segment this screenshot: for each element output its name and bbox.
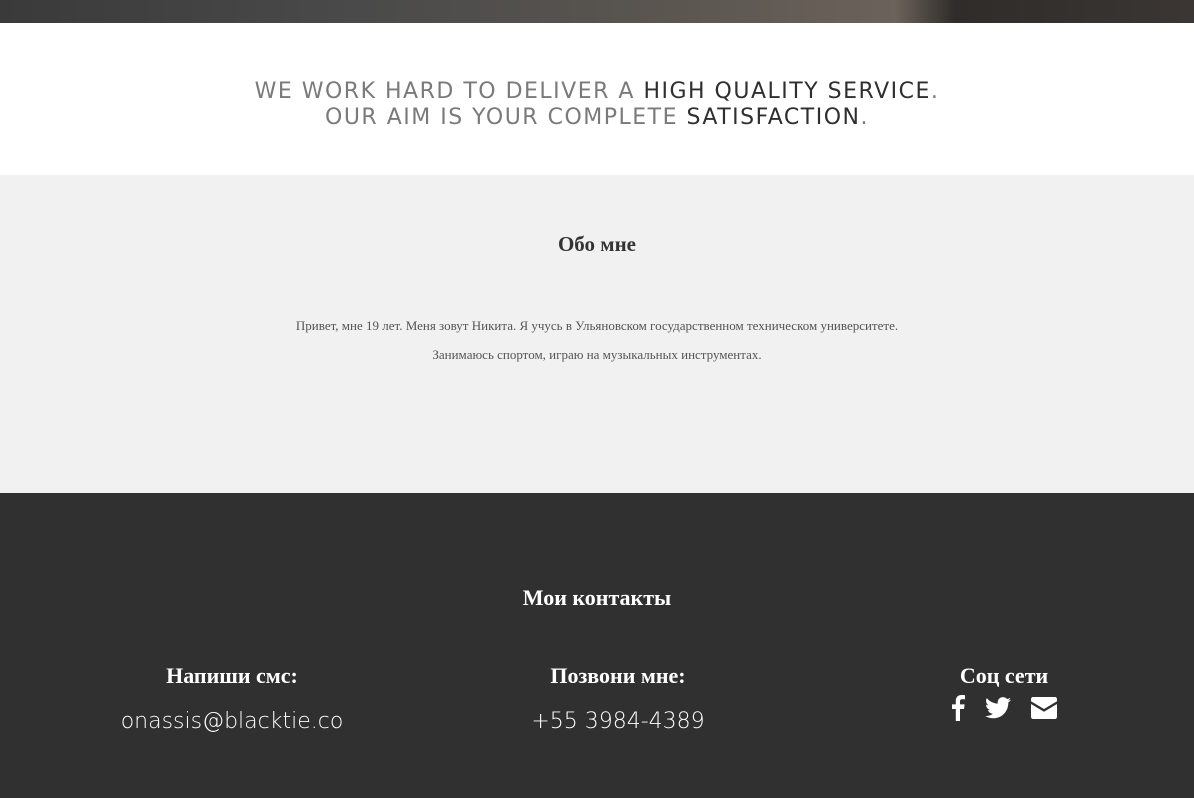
about-text-line-1: Привет, мне 19 лет. Меня зовут Никита. Я…: [295, 318, 899, 333]
tagline-line-2: OUR AIM IS YOUR COMPLETE SATISFACTION.: [0, 105, 1194, 131]
hero-image-strip: [0, 0, 1194, 23]
about-section: Обо мне Привет, мне 19 лет. Меня зовут Н…: [0, 175, 1194, 493]
social-heading: Соц сети: [959, 663, 1049, 688]
about-text-line-2: Занимаюсь спортом, играю на музыкальных …: [432, 347, 762, 362]
envelope-icon[interactable]: [1031, 697, 1057, 719]
sms-heading: Напиши смс:: [166, 663, 298, 688]
facebook-icon[interactable]: [951, 695, 965, 721]
sms-column: Напиши смс: onassis@blacktie.co: [82, 663, 382, 735]
twitter-icon[interactable]: [985, 697, 1011, 719]
tagline-text: OUR AIM IS YOUR COMPLETE: [325, 105, 687, 130]
tagline-period: .: [930, 79, 940, 104]
call-heading: Позвони мне:: [550, 663, 686, 688]
tagline-text: WE WORK HARD TO DELIVER A: [254, 79, 644, 104]
tagline-line-1: WE WORK HARD TO DELIVER A HIGH QUALITY S…: [0, 79, 1194, 105]
tagline-highlight: SATISFACTION: [686, 105, 861, 130]
tagline-highlight: HIGH QUALITY SERVICE: [643, 79, 931, 104]
social-links: [854, 695, 1154, 721]
about-title: Обо мне: [557, 232, 637, 256]
tagline-section: WE WORK HARD TO DELIVER A HIGH QUALITY S…: [0, 23, 1194, 175]
call-column: Позвони мне: +55 3984-4389: [468, 663, 768, 735]
tagline-period: .: [860, 105, 869, 130]
social-column: Соц сети: [854, 663, 1154, 721]
email-link[interactable]: onassis@blacktie.co: [82, 709, 382, 735]
contacts-footer: Мои контакты Напиши смс: onassis@blackti…: [0, 493, 1194, 798]
phone-number[interactable]: +55 3984-4389: [468, 709, 768, 735]
contacts-title: Мои контакты: [522, 585, 672, 610]
